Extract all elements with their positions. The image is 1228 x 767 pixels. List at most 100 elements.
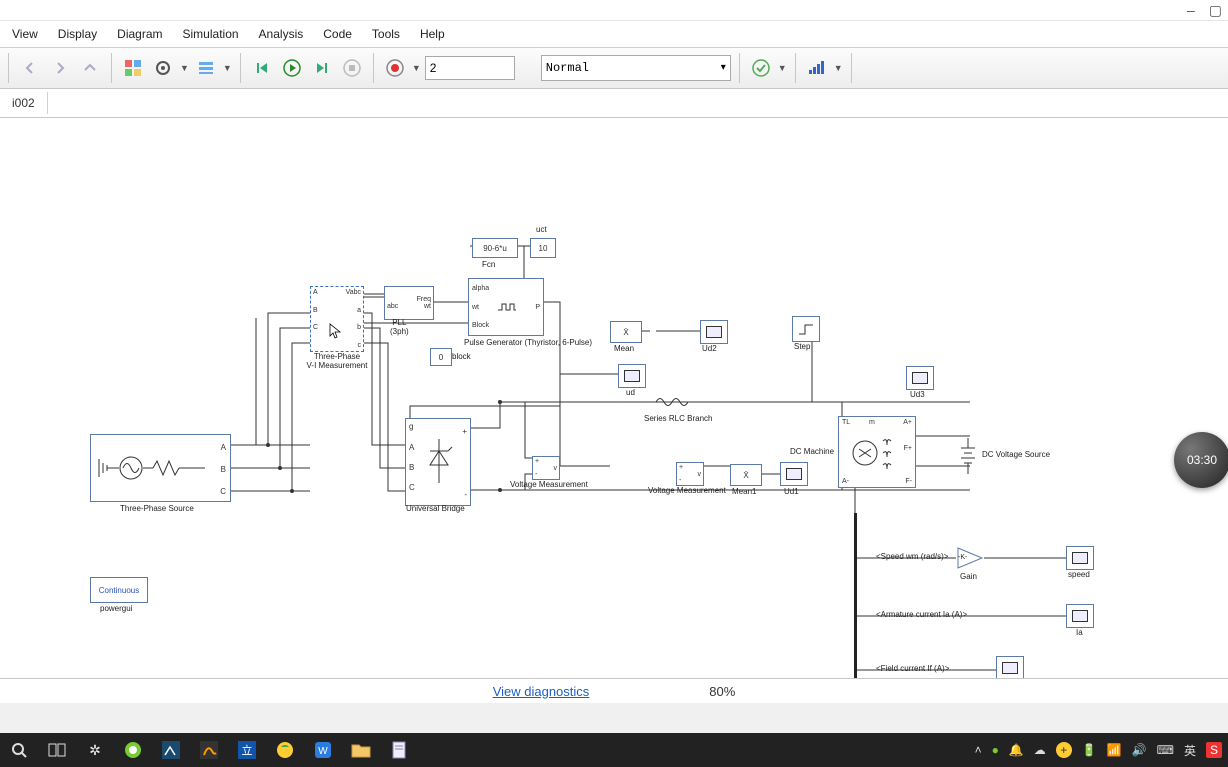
tray-cloud-icon[interactable]: ☁: [1034, 743, 1046, 757]
block-step[interactable]: [792, 316, 820, 342]
tray-battery-icon[interactable]: 🔋: [1082, 743, 1097, 757]
scope-speed[interactable]: [1066, 546, 1094, 570]
nav-up-button[interactable]: [77, 55, 103, 81]
label-ud3: Ud3: [910, 390, 925, 399]
menu-help[interactable]: Help: [420, 27, 445, 41]
tray-volume-icon[interactable]: 🔊: [1132, 743, 1147, 757]
sim-mode-select[interactable]: Normal ▾: [541, 55, 731, 81]
model-explorer-button[interactable]: [193, 55, 219, 81]
tray-chevron-up-icon[interactable]: ˄: [975, 743, 982, 757]
label-ud: ud: [626, 388, 635, 397]
step-back-button[interactable]: [249, 55, 275, 81]
floating-timer[interactable]: 03:30: [1174, 432, 1228, 488]
block-pll[interactable]: Freq abcwt: [384, 286, 434, 320]
build-button[interactable]: [804, 55, 830, 81]
menu-code[interactable]: Code: [323, 27, 352, 41]
label-pll: PLL (3ph): [390, 318, 409, 336]
taskview-icon[interactable]: [44, 737, 70, 763]
port-block: Block: [472, 322, 489, 329]
nav-fwd-button[interactable]: [47, 55, 73, 81]
nav-back-button[interactable]: [17, 55, 43, 81]
port-ap: A+: [903, 419, 912, 426]
port-minus: -: [679, 477, 681, 484]
dropdown-arrow-icon[interactable]: ▼: [223, 63, 232, 73]
tray-green-icon[interactable]: ●: [992, 743, 999, 757]
app-matlab-editor-icon[interactable]: [158, 737, 184, 763]
stop-time-input[interactable]: [425, 56, 515, 80]
app-explorer-icon[interactable]: [348, 737, 374, 763]
tray-plus-icon[interactable]: +: [1056, 742, 1072, 758]
view-diagnostics-link[interactable]: View diagnostics: [493, 684, 590, 699]
tab-model[interactable]: i002: [0, 92, 48, 114]
label-powergui: powergui: [100, 604, 132, 613]
block-vi-measurement[interactable]: AVabc Ba Cb c: [310, 286, 364, 352]
dropdown-arrow-icon[interactable]: ▼: [180, 63, 189, 73]
tray-wifi-icon[interactable]: 📶: [1107, 743, 1122, 757]
menu-view[interactable]: View: [12, 27, 38, 41]
app-browser-icon[interactable]: [120, 737, 146, 763]
block-voltage-measurement-1[interactable]: + - v: [532, 456, 560, 480]
scope-ud3[interactable]: [906, 366, 934, 390]
dropdown-arrow-icon[interactable]: ▼: [778, 63, 787, 73]
step-fwd-button[interactable]: [309, 55, 335, 81]
check-model-button[interactable]: [748, 55, 774, 81]
tray-bell-icon[interactable]: 🔔: [1009, 743, 1024, 757]
scope-if[interactable]: [996, 656, 1024, 678]
svg-text:W: W: [318, 746, 328, 757]
block-mean[interactable]: X̄: [610, 321, 642, 343]
block-const0[interactable]: 0: [430, 348, 452, 366]
dropdown-arrow-icon[interactable]: ▼: [412, 63, 421, 73]
tray-sogou-icon[interactable]: S: [1206, 742, 1222, 758]
menu-analysis[interactable]: Analysis: [259, 27, 304, 41]
block-three-phase-source[interactable]: A B C: [90, 434, 231, 502]
gain-value: -K-: [958, 554, 967, 561]
block-const10[interactable]: 10: [530, 238, 556, 258]
diagram-canvas[interactable]: uct 10 90-6*u Fcn alpha wt P Block Pulse…: [0, 118, 1228, 678]
scope-ud[interactable]: [618, 364, 646, 388]
label-three-phase-source: Three-Phase Source: [120, 504, 194, 513]
search-icon[interactable]: [6, 737, 32, 763]
app-wps-icon[interactable]: W: [310, 737, 336, 763]
model-config-button[interactable]: [150, 55, 176, 81]
block-dc-machine[interactable]: TL m A+ A- F+ F-: [838, 416, 916, 488]
record-button[interactable]: [382, 55, 408, 81]
menu-display[interactable]: Display: [58, 27, 97, 41]
block-powergui[interactable]: Continuous: [90, 577, 148, 603]
block-pulse-generator[interactable]: alpha wt P Block: [468, 278, 544, 336]
mouse-cursor-icon: [329, 323, 343, 339]
port-ub-plus: +: [462, 427, 467, 436]
menu-diagram[interactable]: Diagram: [117, 27, 162, 41]
port-m: m: [869, 419, 875, 426]
app-blue-icon[interactable]: 立: [234, 737, 260, 763]
stop-button[interactable]: [339, 55, 365, 81]
dropdown-arrow-icon[interactable]: ▼: [834, 63, 843, 73]
scope-ud2[interactable]: [700, 320, 728, 344]
taskbar: ✲ 立 W ˄ ● 🔔 ☁ + 🔋 📶 🔊 ⌨ 英 S: [0, 733, 1228, 767]
run-button[interactable]: [279, 55, 305, 81]
label-block: block: [452, 352, 471, 361]
port-abc: abc: [387, 303, 398, 310]
menu-tools[interactable]: Tools: [372, 27, 400, 41]
app-matlab-icon[interactable]: [196, 737, 222, 763]
app-pinwheel-icon[interactable]: ✲: [82, 737, 108, 763]
block-voltage-measurement-2[interactable]: + - v: [676, 462, 704, 486]
block-universal-bridge[interactable]: g A B C + -: [405, 418, 471, 506]
scope-ia[interactable]: [1066, 604, 1094, 628]
library-browser-button[interactable]: [120, 55, 146, 81]
dc-source-icon[interactable]: [958, 436, 978, 476]
maximize-button[interactable]: ▢: [1209, 2, 1222, 19]
minimize-button[interactable]: –: [1187, 2, 1195, 18]
block-mean1[interactable]: X̄: [730, 464, 762, 486]
zoom-level: 80%: [709, 684, 735, 699]
tray-ime[interactable]: 英: [1184, 742, 1196, 759]
block-fcn[interactable]: 90-6*u: [472, 238, 518, 258]
tray-keyboard-icon[interactable]: ⌨: [1157, 743, 1174, 757]
port-v: v: [698, 471, 702, 478]
app-notes-icon[interactable]: [386, 737, 412, 763]
svg-text:立: 立: [242, 743, 253, 757]
scope-ud1[interactable]: [780, 462, 808, 486]
label-mean1: Mean1: [732, 487, 756, 496]
app-yellow-icon[interactable]: [272, 737, 298, 763]
menu-simulation[interactable]: Simulation: [183, 27, 239, 41]
port-b-lower: b: [357, 324, 361, 331]
